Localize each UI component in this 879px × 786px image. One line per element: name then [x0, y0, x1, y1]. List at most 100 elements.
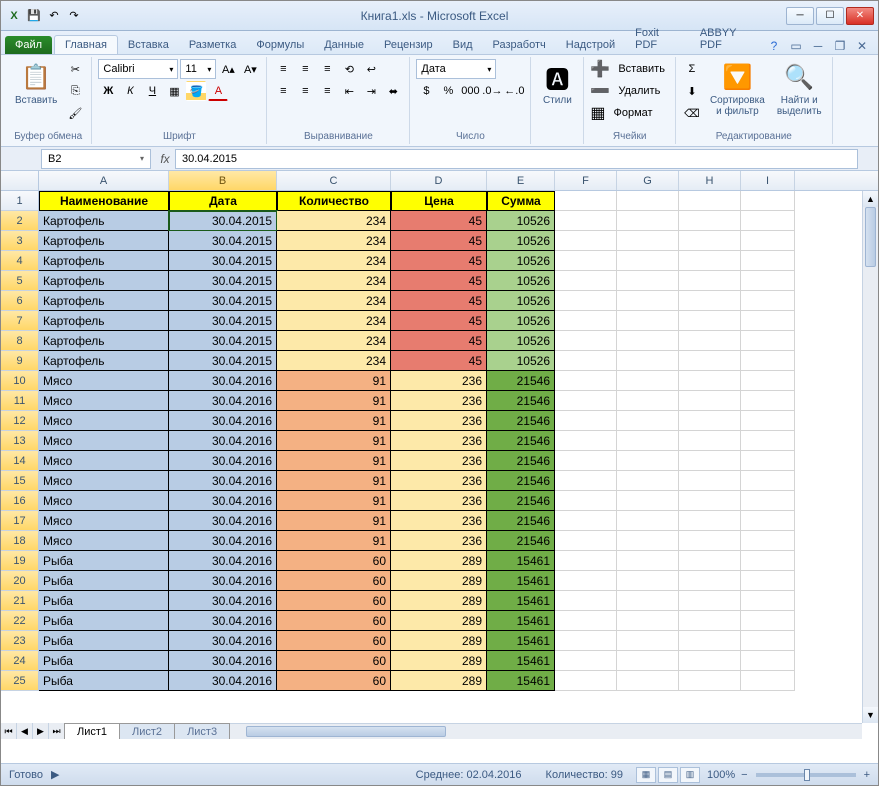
zoom-in-button[interactable]: + [864, 769, 870, 781]
cell-H16[interactable] [679, 491, 741, 511]
cell-B10[interactable]: 30.04.2016 [169, 371, 277, 391]
col-header-C[interactable]: C [277, 171, 391, 190]
cell-D2[interactable]: 45 [391, 211, 487, 231]
tab-abbyy pdf[interactable]: ABBYY PDF [690, 24, 766, 54]
col-header-G[interactable]: G [617, 171, 679, 190]
styles-button[interactable]: 🅰 Стили [537, 59, 577, 108]
row-header-18[interactable]: 18 [1, 531, 39, 551]
cell-H19[interactable] [679, 551, 741, 571]
cell-H17[interactable] [679, 511, 741, 531]
cell-I22[interactable] [741, 611, 795, 631]
cell-C24[interactable]: 60 [277, 651, 391, 671]
cell-I14[interactable] [741, 451, 795, 471]
cell-F17[interactable] [555, 511, 617, 531]
clear-button[interactable]: ⌫ [682, 103, 702, 123]
cell-G2[interactable] [617, 211, 679, 231]
cell-I12[interactable] [741, 411, 795, 431]
cell-I11[interactable] [741, 391, 795, 411]
cell-A16[interactable]: Мясо [39, 491, 169, 511]
vscroll-thumb[interactable] [865, 207, 876, 267]
cell-B20[interactable]: 30.04.2016 [169, 571, 277, 591]
col-header-D[interactable]: D [391, 171, 487, 190]
sort-filter-button[interactable]: 🔽 Сортировка и фильтр [706, 59, 769, 119]
cell-H1[interactable] [679, 191, 741, 211]
cell-G7[interactable] [617, 311, 679, 331]
cell-C2[interactable]: 234 [277, 211, 391, 231]
cut-button[interactable]: ✂ [65, 59, 85, 79]
cell-B1[interactable]: Дата [169, 191, 277, 211]
tab-вставка[interactable]: Вставка [118, 36, 179, 54]
row-header-23[interactable]: 23 [1, 631, 39, 651]
font-name-combo[interactable]: Calibri▾ [98, 59, 178, 79]
sheet-tab-Лист1[interactable]: Лист1 [64, 723, 120, 739]
cell-D7[interactable]: 45 [391, 311, 487, 331]
col-header-E[interactable]: E [487, 171, 555, 190]
cell-A24[interactable]: Рыба [39, 651, 169, 671]
cell-G20[interactable] [617, 571, 679, 591]
col-header-B[interactable]: B [169, 171, 277, 190]
row-header-12[interactable]: 12 [1, 411, 39, 431]
cell-A21[interactable]: Рыба [39, 591, 169, 611]
redo-button[interactable]: ↷ [65, 7, 83, 25]
doc-minimize-icon[interactable]: ─ [810, 38, 826, 54]
row-header-24[interactable]: 24 [1, 651, 39, 671]
fill-color-button[interactable]: 🪣 [186, 81, 206, 101]
cell-I4[interactable] [741, 251, 795, 271]
view-pagebreak-button[interactable]: ▥ [680, 767, 700, 783]
copy-button[interactable]: ⎘ [65, 81, 85, 101]
cell-B7[interactable]: 30.04.2015 [169, 311, 277, 331]
cell-E8[interactable]: 10526 [487, 331, 555, 351]
name-box[interactable]: B2▾ [41, 149, 151, 169]
cell-F14[interactable] [555, 451, 617, 471]
cell-A15[interactable]: Мясо [39, 471, 169, 491]
cell-G11[interactable] [617, 391, 679, 411]
orientation-button[interactable]: ⟲ [339, 59, 359, 79]
cell-G18[interactable] [617, 531, 679, 551]
cell-A8[interactable]: Картофель [39, 331, 169, 351]
cell-C5[interactable]: 234 [277, 271, 391, 291]
cell-I10[interactable] [741, 371, 795, 391]
sheet-nav-first[interactable]: ⏮ [1, 723, 17, 739]
cell-C10[interactable]: 91 [277, 371, 391, 391]
macro-record-icon[interactable]: ▶ [51, 768, 59, 781]
horizontal-scrollbar[interactable] [230, 723, 862, 739]
delete-cells-button[interactable]: Удалить [614, 81, 664, 101]
cell-E3[interactable]: 10526 [487, 231, 555, 251]
cell-F20[interactable] [555, 571, 617, 591]
cell-A2[interactable]: Картофель [39, 211, 169, 231]
cell-H23[interactable] [679, 631, 741, 651]
doc-restore-icon[interactable]: ❐ [832, 38, 848, 54]
cell-B12[interactable]: 30.04.2016 [169, 411, 277, 431]
cell-E17[interactable]: 21546 [487, 511, 555, 531]
cell-E7[interactable]: 10526 [487, 311, 555, 331]
cell-B14[interactable]: 30.04.2016 [169, 451, 277, 471]
cell-I9[interactable] [741, 351, 795, 371]
row-header-8[interactable]: 8 [1, 331, 39, 351]
save-button[interactable]: 💾 [25, 7, 43, 25]
col-header-F[interactable]: F [555, 171, 617, 190]
cell-I8[interactable] [741, 331, 795, 351]
help-icon[interactable]: ? [766, 38, 782, 54]
cell-D23[interactable]: 289 [391, 631, 487, 651]
cell-C6[interactable]: 234 [277, 291, 391, 311]
zoom-slider[interactable] [756, 773, 856, 777]
fx-button[interactable]: fx [155, 152, 175, 166]
tab-главная[interactable]: Главная [54, 35, 118, 54]
cell-F3[interactable] [555, 231, 617, 251]
cell-F7[interactable] [555, 311, 617, 331]
row-header-16[interactable]: 16 [1, 491, 39, 511]
cell-D19[interactable]: 289 [391, 551, 487, 571]
doc-close-icon[interactable]: ✕ [854, 38, 870, 54]
cell-D16[interactable]: 236 [391, 491, 487, 511]
col-header-I[interactable]: I [741, 171, 795, 190]
comma-button[interactable]: 000 [460, 81, 480, 101]
tab-foxit pdf[interactable]: Foxit PDF [625, 24, 690, 54]
cell-I2[interactable] [741, 211, 795, 231]
row-header-11[interactable]: 11 [1, 391, 39, 411]
cell-C25[interactable]: 60 [277, 671, 391, 691]
cell-A10[interactable]: Мясо [39, 371, 169, 391]
cell-D14[interactable]: 236 [391, 451, 487, 471]
increase-decimal-button[interactable]: .0→ [482, 81, 502, 101]
tab-разметка[interactable]: Разметка [179, 36, 247, 54]
cell-F19[interactable] [555, 551, 617, 571]
